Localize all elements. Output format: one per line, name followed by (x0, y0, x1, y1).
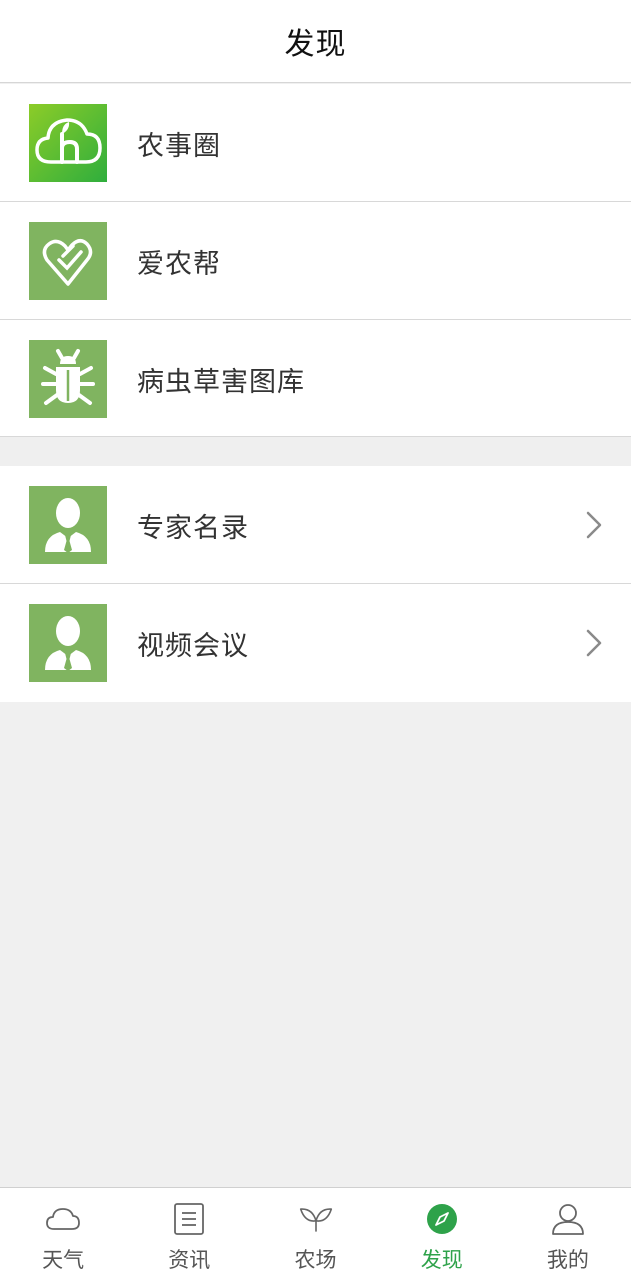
tab-profile[interactable]: 我的 (505, 1188, 631, 1280)
tab-label: 天气 (42, 1248, 85, 1272)
bug-icon (29, 340, 107, 418)
cloud-h-icon (29, 104, 107, 182)
list-item-label: 视频会议 (137, 630, 249, 662)
chevron-right-icon (586, 629, 602, 657)
list-item-label: 爱农帮 (137, 248, 221, 280)
tab-label: 我的 (546, 1248, 589, 1272)
list-item-label: 专家名录 (137, 512, 249, 544)
news-list-icon (171, 1202, 207, 1236)
discover-page: 发现 农事圈 爱农帮 病虫草害图库 专家名录 视频会议 天气 资讯 农场 发现 … (0, 0, 631, 1280)
section-divider (0, 436, 631, 466)
expert-person-icon (29, 486, 107, 564)
page-title: 发现 (284, 27, 347, 62)
feature-list: 农事圈 爱农帮 病虫草害图库 (0, 84, 631, 438)
list-item-ainongbang[interactable]: 爱农帮 (0, 202, 631, 320)
sprout-icon (298, 1202, 334, 1236)
tab-farm[interactable]: 农场 (252, 1188, 378, 1280)
tab-weather[interactable]: 天气 (0, 1188, 126, 1280)
list-item-pest-gallery[interactable]: 病虫草害图库 (0, 320, 631, 438)
list-item-expert-directory[interactable]: 专家名录 (0, 466, 631, 584)
cloud-icon (45, 1202, 81, 1236)
list-item-nongshiquan[interactable]: 农事圈 (0, 84, 631, 202)
tab-news[interactable]: 资讯 (126, 1188, 252, 1280)
expert-person-icon (29, 604, 107, 682)
chevron-right-icon (586, 511, 602, 539)
heart-hand-icon (29, 222, 107, 300)
bottom-tab-bar: 天气 资讯 农场 发现 我的 (0, 1187, 631, 1280)
navigation-bar: 发现 (0, 0, 631, 83)
expert-list: 专家名录 视频会议 (0, 466, 631, 702)
list-item-video-conference[interactable]: 视频会议 (0, 584, 631, 702)
tab-label: 发现 (420, 1248, 463, 1272)
tab-label: 资讯 (168, 1248, 211, 1272)
user-icon (550, 1202, 586, 1236)
tab-label: 农场 (294, 1248, 337, 1272)
list-item-label: 病虫草害图库 (137, 366, 305, 398)
compass-icon (424, 1202, 460, 1236)
tab-discover[interactable]: 发现 (379, 1188, 505, 1280)
list-item-label: 农事圈 (137, 130, 221, 162)
